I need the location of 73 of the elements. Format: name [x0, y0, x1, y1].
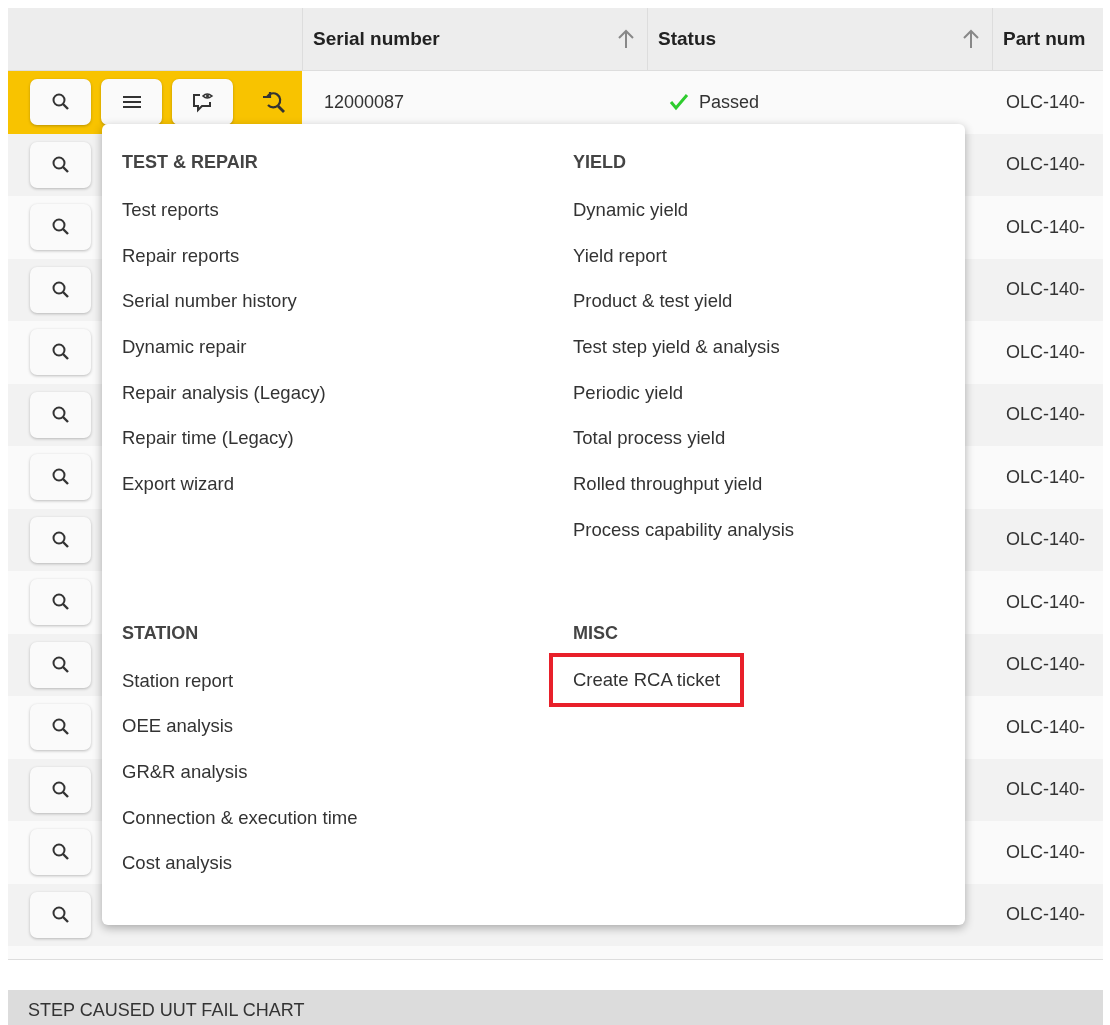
part-number-cell: OLC-140- — [1006, 591, 1086, 613]
menu-item[interactable]: GR&R analysis — [122, 760, 248, 807]
search-button[interactable] — [30, 454, 91, 501]
menu-item[interactable]: Connection & execution time — [122, 806, 358, 853]
menu-item[interactable]: Rolled throughput yield — [573, 473, 763, 519]
search-icon — [50, 904, 71, 925]
column-header[interactable]: Part num — [992, 8, 1103, 70]
search-button[interactable] — [30, 266, 91, 313]
menu-item[interactable]: Repair time (Legacy) — [122, 427, 294, 474]
menu-item[interactable]: Repair reports — [122, 244, 240, 291]
search-button[interactable] — [30, 329, 91, 376]
menu-item[interactable]: Repair analysis (Legacy) — [122, 381, 326, 428]
search-icon — [50, 654, 71, 675]
part-number-cell: OLC-140- — [1006, 716, 1086, 738]
menu-item[interactable]: OEE analysis — [122, 715, 234, 761]
menu-item[interactable]: Dynamic yield — [573, 199, 689, 245]
search-icon — [50, 529, 71, 550]
search-button[interactable] — [30, 79, 91, 126]
menu-item[interactable]: Test step yield & analysis — [573, 336, 780, 382]
menu-item[interactable]: Station report — [122, 669, 234, 716]
menu-item[interactable]: Test reports — [122, 199, 219, 245]
search-button[interactable] — [30, 641, 91, 688]
column-header[interactable]: Status — [647, 8, 992, 70]
part-number-cell: OLC-140- — [1006, 154, 1086, 176]
search-icon — [50, 404, 71, 425]
menu-item[interactable]: Process capability analysis — [573, 518, 795, 565]
menu-item[interactable]: Cost analysis — [122, 852, 232, 898]
search-button[interactable] — [30, 766, 91, 813]
part-number-cell: OLC-140- — [1006, 841, 1086, 863]
comment-button[interactable] — [172, 79, 233, 126]
part-number-cell: OLC-140- — [1006, 216, 1086, 238]
search-button[interactable] — [30, 579, 91, 626]
part-number-cell: OLC-140- — [1006, 341, 1086, 363]
table-row[interactable]: 12000087 Passed OLC-140- — [8, 71, 1103, 134]
menu-item[interactable]: Yield report — [573, 244, 667, 291]
menu-item[interactable]: Serial number history — [122, 290, 297, 337]
sort-arrow-icon[interactable] — [617, 29, 635, 49]
part-number-cell: OLC-140- — [1006, 404, 1086, 426]
search-button[interactable] — [30, 704, 91, 751]
menu-item[interactable]: Total process yield — [573, 427, 726, 474]
menu-item[interactable]: Create RCA ticket — [549, 652, 745, 707]
search-icon — [50, 154, 71, 175]
menu-section-heading: TEST & REPAIR — [122, 152, 259, 174]
menu-item[interactable]: Periodic yield — [573, 381, 684, 428]
part-number-cell: OLC-140- — [1006, 466, 1086, 488]
part-number-cell: OLC-140- — [1006, 779, 1086, 801]
menu-item[interactable]: Dynamic repair — [122, 336, 247, 382]
sort-arrow-icon[interactable] — [962, 29, 980, 49]
column-header[interactable]: Serial number — [302, 8, 647, 70]
menu-section-heading: MISC — [573, 622, 619, 645]
search-button[interactable] — [30, 516, 91, 563]
part-number-cell: OLC-140- — [1006, 654, 1086, 676]
part-number-cell: OLC-140- — [1006, 279, 1086, 301]
search-button[interactable] — [30, 829, 91, 876]
menu-section-heading: YIELD — [573, 152, 627, 174]
menu-item[interactable]: Export wizard — [122, 473, 235, 519]
serial-number-cell-text: 12000087 — [323, 90, 406, 114]
check-icon — [669, 93, 689, 112]
search-button[interactable] — [30, 204, 91, 251]
menu-item[interactable]: Product & test yield — [573, 290, 733, 337]
search-button[interactable] — [30, 391, 91, 438]
status-text: Passed — [699, 91, 760, 113]
part-number-cell: OLC-140- — [1006, 904, 1086, 926]
menu-button[interactable] — [101, 79, 162, 126]
search-icon — [50, 279, 71, 300]
section-title: STEP CAUSED UUT FAIL CHART — [28, 1000, 305, 1020]
menu-section-heading: STATION — [122, 622, 200, 645]
search-button[interactable] — [30, 891, 91, 938]
search-icon — [50, 779, 71, 800]
search-button[interactable] — [30, 141, 91, 188]
speech-bubble-eye-icon — [190, 91, 215, 114]
part-number-cell: OLC-140- — [1006, 91, 1086, 113]
part-number-cell: OLC-140- — [1006, 529, 1086, 551]
